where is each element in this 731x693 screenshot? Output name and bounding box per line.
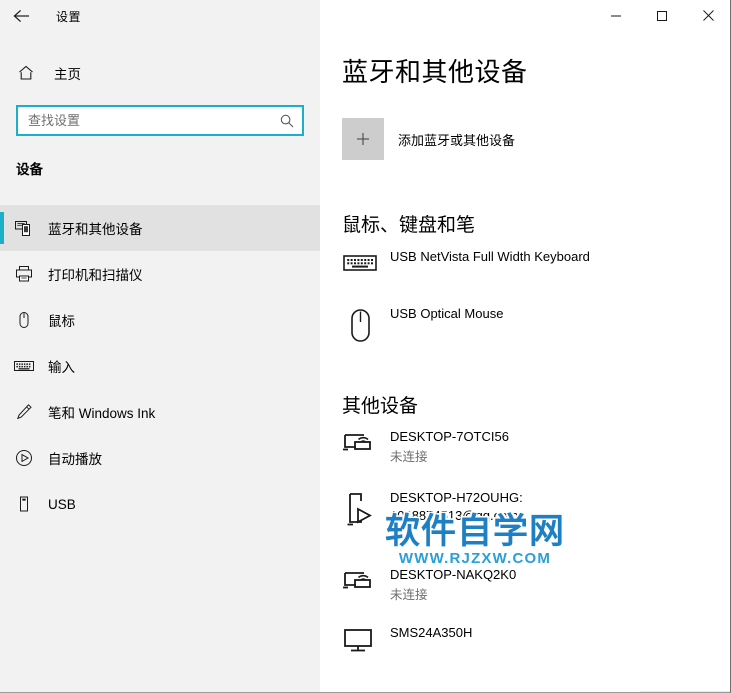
window-controls — [320, 0, 731, 32]
maximize-button[interactable] — [639, 0, 685, 31]
sidebar-item-autoplay[interactable]: 自动播放 — [0, 435, 320, 481]
sidebar-item-printers-scanners-label: 打印机和扫描仪 — [48, 264, 143, 284]
autoplay-icon — [2, 448, 46, 468]
sidebar-item-typing[interactable]: 输入 — [0, 343, 320, 389]
search-icon[interactable] — [272, 113, 302, 129]
sidebar-section-heading: 设备 — [16, 158, 43, 178]
device-name: USB Optical Mouse — [390, 306, 503, 321]
device-info-keyboard: USB NetVista Full Width Keyboard — [386, 248, 590, 266]
sidebar-item-usb-label: USB — [48, 497, 76, 512]
close-button[interactable] — [685, 0, 731, 31]
device-status: 未连接 — [390, 586, 516, 604]
search-input[interactable] — [18, 107, 272, 134]
mouse-device-icon — [342, 305, 386, 347]
device-row-sms24a350h[interactable]: SMS24A350H — [342, 624, 722, 656]
search-box[interactable] — [16, 105, 304, 136]
sidebar-item-home-label: 主页 — [54, 63, 81, 83]
sidebar: 主页 设备 — [0, 0, 320, 693]
minimize-icon — [610, 10, 622, 22]
mouse-icon — [2, 310, 46, 330]
keyboard-icon — [342, 248, 386, 276]
home-icon — [4, 64, 48, 82]
sidebar-item-typing-label: 输入 — [48, 356, 75, 376]
title-bar-left: 设置 — [0, 0, 320, 32]
device-row-desktop-7otci56[interactable]: DESKTOP-7OTCI56 未连接 — [342, 428, 722, 466]
device-info-desktop-7otci56: DESKTOP-7OTCI56 未连接 — [386, 428, 509, 466]
wireless-display-icon — [342, 428, 386, 458]
device-info-desktop-nakq2k0: DESKTOP-NAKQ2K0 未连接 — [386, 566, 516, 604]
sidebar-item-pen-windows-ink-label: 笔和 Windows Ink — [48, 402, 155, 422]
device-row-keyboard[interactable]: USB NetVista Full Width Keyboard — [342, 248, 722, 276]
sidebar-item-pen-windows-ink[interactable]: 笔和 Windows Ink — [0, 389, 320, 435]
active-indicator — [0, 212, 4, 244]
sidebar-item-bluetooth-devices[interactable]: 蓝牙和其他设备 — [0, 205, 320, 251]
device-info-desktop-h72ouhg: DESKTOP-H72OUHG: 1048874513@qq.com: — [386, 489, 523, 525]
close-icon — [702, 9, 715, 22]
main-content: 蓝牙和其他设备 添加蓝牙或其他设备 鼠标、键盘和笔 — [320, 0, 730, 693]
wireless-display-icon — [342, 566, 386, 596]
device-row-desktop-nakq2k0[interactable]: DESKTOP-NAKQ2K0 未连接 — [342, 566, 722, 604]
bluetooth-devices-icon — [2, 218, 46, 238]
page-title: 蓝牙和其他设备 — [342, 52, 528, 89]
device-name: DESKTOP-7OTCI56 — [390, 429, 509, 444]
sidebar-nav-list: 蓝牙和其他设备 打印机和扫描仪 — [0, 205, 320, 527]
sidebar-item-usb[interactable]: USB — [0, 481, 320, 527]
project-to-device-icon — [342, 489, 386, 529]
printer-icon — [2, 264, 46, 284]
device-info-mouse: USB Optical Mouse — [386, 305, 503, 323]
group-heading-other-devices: 其他设备 — [342, 391, 418, 418]
sidebar-item-bluetooth-devices-label: 蓝牙和其他设备 — [48, 218, 143, 238]
group-heading-mouse-keyboard-pen: 鼠标、键盘和笔 — [342, 210, 475, 237]
add-device-label: 添加蓝牙或其他设备 — [398, 130, 515, 149]
device-name: USB NetVista Full Width Keyboard — [390, 249, 590, 264]
sidebar-item-autoplay-label: 自动播放 — [48, 448, 102, 468]
pen-icon — [2, 402, 46, 422]
title-bar: 设置 — [0, 0, 731, 32]
plus-icon — [342, 118, 384, 160]
device-name: SMS24A350H — [390, 625, 472, 640]
sidebar-item-mouse-label: 鼠标 — [48, 310, 75, 330]
settings-window: 设置 — [0, 0, 731, 693]
back-arrow-icon — [12, 8, 32, 24]
sidebar-item-printers-scanners[interactable]: 打印机和扫描仪 — [0, 251, 320, 297]
monitor-icon — [342, 624, 386, 656]
usb-icon — [2, 494, 46, 514]
device-row-desktop-h72ouhg[interactable]: DESKTOP-H72OUHG: 1048874513@qq.com: — [342, 489, 722, 529]
device-name: DESKTOP-H72OUHG: 1048874513@qq.com: — [390, 490, 523, 523]
keyboard-input-icon — [2, 356, 46, 376]
minimize-button[interactable] — [593, 0, 639, 31]
device-status: 未连接 — [390, 448, 509, 466]
back-button[interactable] — [0, 0, 44, 32]
device-row-mouse[interactable]: USB Optical Mouse — [342, 305, 722, 347]
maximize-icon — [656, 10, 668, 22]
device-info-sms24a350h: SMS24A350H — [386, 624, 472, 642]
sidebar-item-mouse[interactable]: 鼠标 — [0, 297, 320, 343]
app-title: 设置 — [56, 8, 81, 25]
sidebar-item-home[interactable]: 主页 — [0, 58, 320, 88]
add-device-button[interactable]: 添加蓝牙或其他设备 — [342, 118, 515, 160]
device-name: DESKTOP-NAKQ2K0 — [390, 567, 516, 582]
